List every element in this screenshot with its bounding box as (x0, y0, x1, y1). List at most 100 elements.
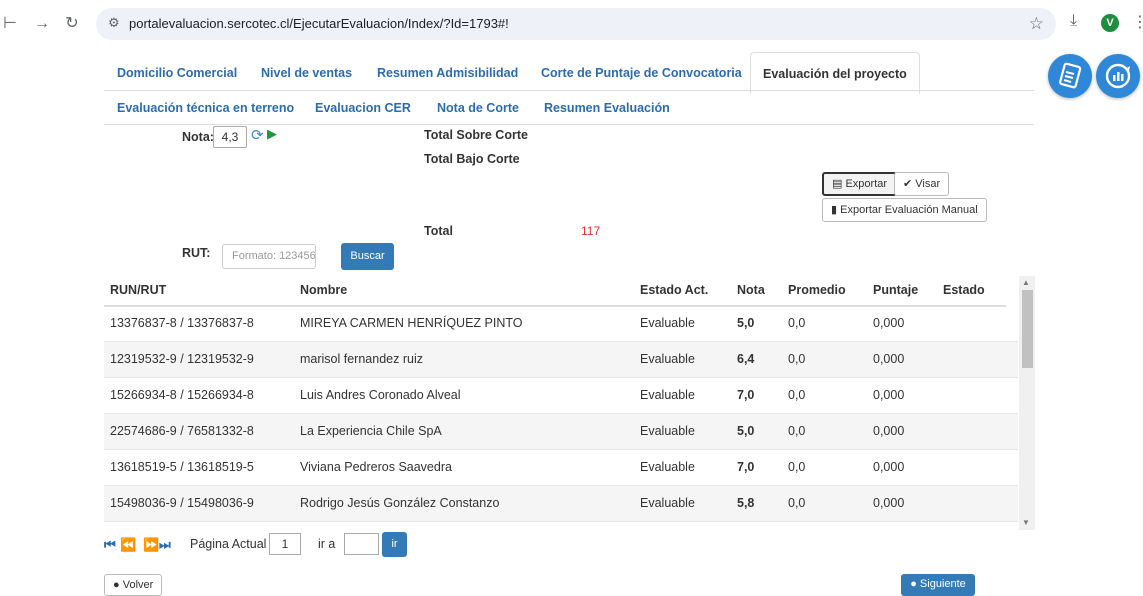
cell-promedio: 0,0 (788, 460, 806, 474)
cell-run-rut: 13618519-5 / 13618519-5 (110, 460, 254, 474)
cell-estado-act: Evaluable (640, 388, 695, 402)
cell-puntaje: 0,000 (873, 496, 905, 510)
total-value: 117 (581, 224, 601, 238)
tab-domicilio-comercial[interactable]: Domicilio Comercial (117, 66, 237, 80)
ir-a-field[interactable] (344, 533, 379, 555)
table-row[interactable]: 12319532-9 / 12319532-9 marisol fernande… (104, 342, 1018, 378)
reload-icon[interactable]: ↻ (62, 14, 82, 34)
cell-puntaje: 0,000 (873, 424, 905, 438)
profile-avatar[interactable]: V (1101, 14, 1119, 32)
bookmark-star-icon[interactable]: ☆ (1029, 14, 1044, 34)
cell-nombre: Rodrigo Jesús González Constanzo (300, 496, 500, 510)
tab-resumen-evaluacion[interactable]: Resumen Evaluación (544, 101, 670, 115)
cell-estado-act: Evaluable (640, 424, 695, 438)
cell-nombre: Viviana Pedreros Saavedra (300, 460, 452, 474)
first-page-icon[interactable]: ⏮ (104, 537, 116, 553)
cell-nota: 7,0 (737, 388, 755, 402)
tab-evaluacion-cer[interactable]: Evaluacion CER (315, 101, 411, 115)
rut-input[interactable]: Formato: 12345678-9 (222, 244, 316, 269)
header-run-rut: RUN/RUT (110, 283, 167, 297)
tab-divider-2 (104, 124, 1034, 125)
cell-nota: 5,8 (737, 496, 755, 510)
cell-nombre: La Experiencia Chile SpA (300, 424, 442, 438)
refresh-icon[interactable]: ⟳ (251, 126, 264, 144)
browser-toolbar: ⊢ → ↻ ⚙ portalevaluacion.sercotec.cl/Eje… (0, 0, 1143, 48)
cell-nota: 6,4 (737, 352, 755, 366)
header-promedio: Promedio (788, 283, 846, 297)
cell-promedio: 0,0 (788, 352, 806, 366)
cell-run-rut: 12319532-9 / 12319532-9 (110, 352, 254, 366)
ir-a-label: ir a (318, 537, 336, 551)
table-row[interactable]: 13376837-8 / 13376837-8 MIREYA CARMEN HE… (104, 306, 1018, 342)
visar-label: Visar (915, 178, 941, 190)
cell-estado-act: Evaluable (640, 352, 695, 366)
cell-run-rut: 15498036-9 / 15498036-9 (110, 496, 254, 510)
cell-estado-act: Evaluable (640, 496, 695, 510)
cell-nombre: marisol fernandez ruiz (300, 352, 423, 366)
cell-promedio: 0,0 (788, 424, 806, 438)
file-icon: ▮ (831, 204, 838, 216)
siguiente-button[interactable]: ● Siguiente (901, 574, 975, 596)
tab-evaluacion-del-proyecto[interactable]: Evaluación del proyecto (750, 52, 920, 94)
address-bar[interactable]: ⚙ portalevaluacion.sercotec.cl/EjecutarE… (96, 8, 1056, 40)
scroll-up-icon[interactable]: ▲ (1022, 278, 1030, 287)
next-circle-icon: ● (910, 578, 917, 590)
back-icon[interactable]: ⊢ (0, 14, 20, 34)
exportar-manual-button[interactable]: ▮ Exportar Evaluación Manual (822, 198, 987, 222)
back-circle-icon: ● (113, 579, 120, 591)
next-page-icon[interactable]: ⏩ (143, 537, 159, 553)
exportar-manual-label: Exportar Evaluación Manual (840, 204, 978, 216)
table-scroll-thumb[interactable] (1022, 290, 1033, 368)
cell-run-rut: 13376837-8 / 13376837-8 (110, 316, 254, 330)
chart-fab[interactable] (1096, 54, 1140, 98)
total-sobre-corte-label: Total Sobre Corte (424, 128, 528, 142)
ir-button[interactable]: ir (382, 532, 407, 557)
cell-promedio: 0,0 (788, 496, 806, 510)
table-row[interactable]: 13618519-5 / 13618519-5 Viviana Pedreros… (104, 450, 1018, 486)
cell-puntaje: 0,000 (873, 316, 905, 330)
visar-button[interactable]: ✔ Visar (894, 172, 950, 196)
checklist-icon (1059, 62, 1082, 89)
header-nota: Nota (737, 283, 765, 297)
table-row[interactable]: 22574686-9 / 76581332-8 La Experiencia C… (104, 414, 1018, 450)
cell-run-rut: 22574686-9 / 76581332-8 (110, 424, 254, 438)
tab-divider (104, 90, 1034, 91)
forward-icon[interactable]: → (32, 14, 52, 34)
tab-evaluacion-tecnica-en-terreno[interactable]: Evaluación técnica en terreno (117, 101, 294, 115)
cell-estado-act: Evaluable (640, 460, 695, 474)
cell-puntaje: 0,000 (873, 460, 905, 474)
cell-estado-act: Evaluable (640, 316, 695, 330)
pagina-actual-label: Página Actual (190, 537, 267, 551)
exportar-label: Exportar (845, 178, 888, 190)
scroll-down-icon[interactable]: ▼ (1022, 518, 1030, 527)
tab-nivel-de-ventas[interactable]: Nivel de ventas (261, 66, 352, 80)
pagina-actual-field[interactable]: 1 (269, 533, 301, 555)
volver-button[interactable]: ● Volver (104, 574, 163, 596)
url-text[interactable]: portalevaluacion.sercotec.cl/EjecutarEva… (129, 16, 509, 31)
chart-refresh-icon (1105, 63, 1131, 89)
total-label: Total (424, 224, 453, 238)
checklist-fab[interactable] (1048, 54, 1092, 98)
cell-promedio: 0,0 (788, 388, 806, 402)
buscar-button[interactable]: Buscar (341, 243, 394, 270)
cell-promedio: 0,0 (788, 316, 806, 330)
last-page-icon[interactable]: ⏭ (159, 537, 171, 553)
tab-resumen-admisibilidad[interactable]: Resumen Admisibilidad (377, 66, 518, 80)
table-row[interactable]: 15266934-8 / 15266934-8 Luis Andres Coro… (104, 378, 1018, 414)
cell-nota: 5,0 (737, 424, 755, 438)
play-icon[interactable]: ▶ (267, 126, 277, 142)
header-puntaje: Puntaje (873, 283, 919, 297)
tab-corte-de-puntaje[interactable]: Corte de Puntaje de Convocatoria (541, 66, 742, 80)
header-estado-act: Estado Act. (640, 283, 709, 297)
exportar-button[interactable]: ▤ Exportar (822, 172, 898, 196)
cell-puntaje: 0,000 (873, 388, 905, 402)
table-row[interactable]: 15498036-9 / 15498036-9 Rodrigo Jesús Go… (104, 486, 1018, 522)
prev-page-icon[interactable]: ⏪ (120, 537, 136, 553)
download-icon[interactable]: ⤓ (1070, 12, 1077, 30)
nota-field[interactable]: 4,3 (213, 126, 247, 148)
cell-nombre: MIREYA CARMEN HENRÍQUEZ PINTO (300, 316, 523, 330)
site-settings-icon[interactable]: ⚙ (108, 15, 120, 31)
tab-nota-de-corte[interactable]: Nota de Corte (437, 101, 519, 115)
browser-menu-icon[interactable]: ⋮ (1132, 12, 1143, 32)
rut-label: RUT: (182, 246, 211, 260)
